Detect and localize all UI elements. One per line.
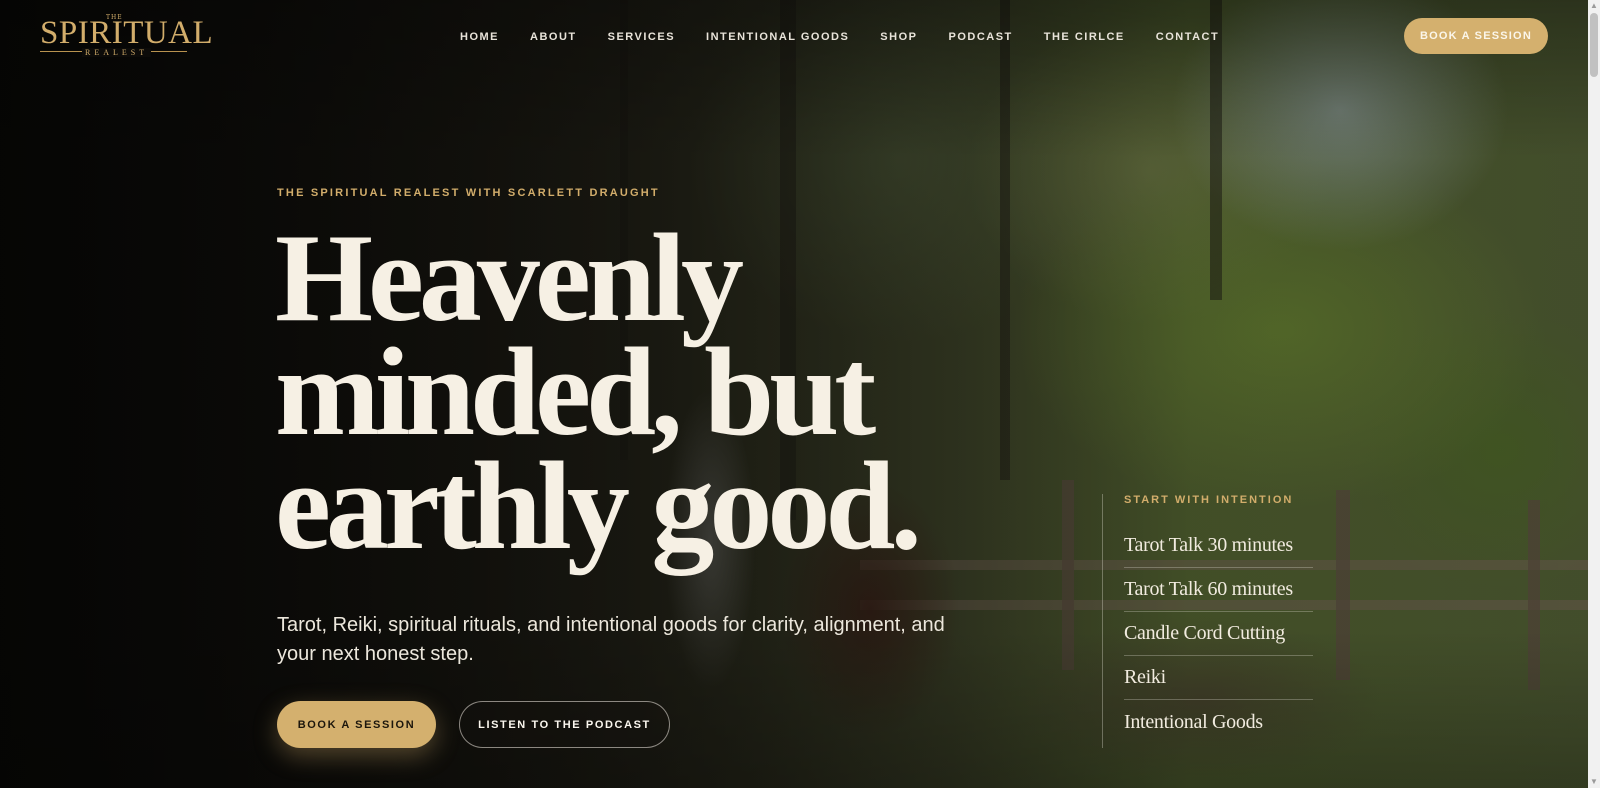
book-session-button[interactable]: BOOK A SESSION: [277, 701, 436, 748]
intention-list: Tarot Talk 30 minutes Tarot Talk 60 minu…: [1124, 524, 1313, 744]
nav-services[interactable]: SERVICES: [608, 31, 675, 43]
nav-the-circle[interactable]: THE CIRLCE: [1044, 31, 1125, 43]
scroll-up-arrow-icon[interactable]: ▲: [1588, 0, 1600, 12]
intention-item-candle-cord-cutting[interactable]: Candle Cord Cutting: [1124, 612, 1313, 656]
scrollbar-thumb[interactable]: [1590, 13, 1598, 77]
listen-podcast-button[interactable]: LISTEN TO THE PODCAST: [459, 701, 670, 748]
logo-wordmark: SPIRITUAL: [40, 15, 214, 51]
intention-item-tarot-30[interactable]: Tarot Talk 30 minutes: [1124, 524, 1313, 568]
logo-subtitle: REALEST: [82, 48, 152, 57]
nav-contact[interactable]: CONTACT: [1156, 31, 1219, 43]
intention-panel: START WITH INTENTION Tarot Talk 30 minut…: [1102, 494, 1313, 748]
scroll-down-arrow-icon[interactable]: ▼: [1588, 776, 1600, 788]
header-book-session-button[interactable]: BOOK A SESSION: [1404, 18, 1548, 54]
hero-eyebrow: THE SPIRITUAL REALEST WITH SCARLETT DRAU…: [277, 187, 660, 199]
intention-item-intentional-goods[interactable]: Intentional Goods: [1124, 700, 1313, 744]
nav-podcast[interactable]: PODCAST: [948, 31, 1012, 43]
intention-item-reiki[interactable]: Reiki: [1124, 656, 1313, 700]
headline-line-2: minded, but: [275, 323, 876, 462]
nav-home[interactable]: HOME: [460, 31, 499, 43]
site-header: THE SPIRITUAL REALEST HOME ABOUT SERVICE…: [0, 0, 1588, 74]
hero-subhead: Tarot, Reiki, spiritual rituals, and int…: [277, 614, 945, 665]
site-logo[interactable]: THE SPIRITUAL REALEST: [40, 14, 213, 58]
headline-line-3: earthly good.: [275, 437, 922, 576]
nav-shop[interactable]: SHOP: [880, 31, 917, 43]
nav-intentional-goods[interactable]: INTENTIONAL GOODS: [706, 31, 849, 43]
hero-headline: Heavenly minded, but earthly good.: [275, 209, 975, 576]
intention-item-tarot-60[interactable]: Tarot Talk 60 minutes: [1124, 568, 1313, 612]
page-scrollbar[interactable]: ▲ ▼: [1588, 0, 1600, 788]
nav-about[interactable]: ABOUT: [530, 31, 577, 43]
headline-line-1: Heavenly: [275, 209, 744, 348]
main-nav: HOME ABOUT SERVICES INTENTIONAL GOODS SH…: [460, 31, 1250, 43]
intention-panel-title: START WITH INTENTION: [1124, 494, 1294, 506]
